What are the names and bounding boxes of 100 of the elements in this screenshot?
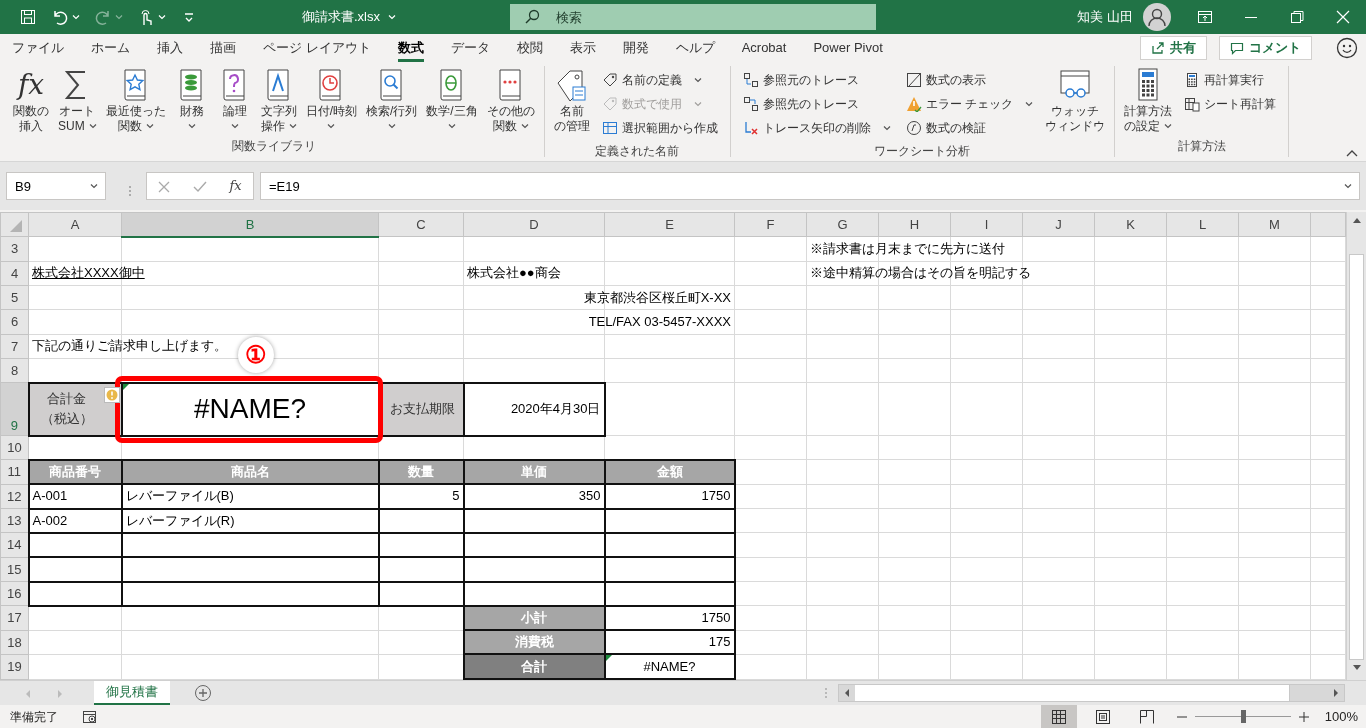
row-header[interactable]: 18 [0,630,29,655]
cell-text: 株式会社●●商会 [467,264,561,283]
ribbon-button[interactable]: 数学/三角 [422,66,482,134]
row-header[interactable]: 8 [0,358,29,383]
sheet-tab[interactable]: 御見積書 [94,681,170,705]
row-header[interactable]: 7 [0,334,29,359]
row-header[interactable]: 5 [0,285,29,310]
ribbon-button[interactable]: 日付/時刻 [301,66,361,134]
add-sheet-button[interactable] [194,684,212,702]
column-header[interactable]: F [734,212,807,237]
row-header[interactable]: 15 [0,557,29,582]
ribbon-button[interactable]: シート再計算 [1181,92,1280,116]
search-field[interactable]: 検索 [510,4,876,30]
macro-record-icon[interactable] [82,709,98,724]
ribbon-tab[interactable]: 校閲 [516,33,543,63]
ribbon-tab[interactable]: Power Pivot [813,33,883,63]
column-header[interactable]: M [1238,212,1311,237]
triangle-left-icon [843,688,851,698]
caret-icon [88,124,97,129]
scrollbar-thumb[interactable] [855,685,1290,701]
row-header[interactable]: 16 [0,581,29,606]
column-header[interactable]: K [1094,212,1167,237]
column-header[interactable]: I [950,212,1023,237]
column-header[interactable]: J [1022,212,1095,237]
zoom-in-button[interactable] [1298,711,1309,722]
ribbon-tab[interactable]: 開発 [622,33,649,63]
ribbon-button[interactable]: 計算方法 の設定 [1120,66,1177,134]
row-header[interactable]: 17 [0,605,29,631]
horizontal-scrollbar[interactable] [838,684,1345,702]
row-header[interactable]: 10 [0,435,29,460]
ribbon-button[interactable]: エラー チェック [902,92,1037,116]
column-header[interactable]: H [878,212,951,237]
ribbon-button[interactable]: 数式の表示 [902,68,1037,92]
scrollbar-thumb[interactable] [1349,254,1364,660]
column-header[interactable]: G [806,212,879,237]
row-header[interactable]: 13 [0,508,29,533]
ribbon-tab[interactable]: ホーム [91,33,130,63]
ribbon-button[interactable]: fx 関数の 挿入 [9,66,53,134]
ribbon-tab[interactable]: ページ レイアウト [263,33,371,63]
ribbon-button[interactable]: 文字列 操作 [256,66,301,134]
slider-thumb[interactable] [1240,710,1246,723]
share-icon [1151,41,1165,55]
row-header[interactable]: 6 [0,309,29,335]
column-header[interactable]: D [463,212,605,237]
row-header[interactable]: 4 [0,261,29,286]
caret-icon [882,125,891,131]
row-header[interactable]: 12 [0,484,29,509]
smiley-icon[interactable] [1336,37,1358,59]
ribbon-tab[interactable]: ファイル [12,33,64,63]
column-header[interactable]: B [121,212,379,237]
avatar-icon[interactable] [1143,3,1171,31]
row-header[interactable]: 11 [0,459,29,485]
ribbon-button[interactable]: 名前 の管理 [549,66,594,134]
step-marker: ① [237,336,274,373]
ribbon-button[interactable]: オート SUM [54,66,101,134]
column-header[interactable]: C [378,212,464,237]
normal-view-button[interactable] [1040,705,1077,728]
ribbon-button[interactable]: トレース矢印の削除 [739,116,894,140]
warning-icon [905,96,922,112]
ribbon-tab[interactable]: 描画 [210,33,236,63]
ribbon-button[interactable]: 数式の検証 [902,116,1037,140]
name-box[interactable]: B9 [6,172,106,200]
insert-function-button[interactable]: fx [229,176,242,196]
ribbon-tab[interactable]: 挿入 [157,33,183,63]
minimize-icon [1245,16,1257,18]
row-header[interactable]: 3 [0,236,29,262]
column-header[interactable]: E [604,212,735,237]
comment-button[interactable]: コメント [1219,36,1312,60]
column-header[interactable]: L [1166,212,1239,237]
vertical-scrollbar[interactable] [1346,212,1366,680]
ribbon-button[interactable]: 参照先のトレース [739,92,894,116]
ribbon-button[interactable]: 参照元のトレース [739,68,894,92]
share-button[interactable]: 共有 [1140,36,1207,60]
column-header[interactable]: A [28,212,122,237]
ribbon-button[interactable]: 選択範囲から作成 [598,116,721,140]
ribbon-button[interactable]: 再計算実行 [1181,68,1280,92]
row-header[interactable]: 19 [0,654,29,679]
ribbon-button[interactable]: 財務 [170,66,213,134]
ribbon-tab[interactable]: Acrobat [741,33,787,63]
ribbon-tab[interactable]: 表示 [569,33,596,63]
ribbon-button[interactable]: 検索/行列 [362,66,422,134]
formula-field[interactable]: =E19 [260,172,1360,200]
ribbon-button[interactable]: 名前の定義 [598,68,721,92]
caret-icon [145,124,154,129]
ribbon-button[interactable]: ウォッチ ウィンドウ [1041,66,1110,134]
caret-icon [327,124,336,129]
row-header[interactable]: 9 [0,382,29,436]
error-value: #NAME? [193,399,306,420]
ribbon-tab[interactable]: ヘルプ [675,33,715,63]
close-icon [1335,9,1351,25]
zoom-level: 100% [1324,707,1358,726]
ribbon-tab[interactable]: データ [450,33,490,63]
ribbon-button[interactable]: 論理 [213,66,256,134]
row-header[interactable]: 14 [0,532,29,558]
ribbon-button[interactable]: その他の 関数 [482,66,539,134]
ribbon-tab[interactable]: 数式 [397,33,424,63]
collapse-ribbon-icon[interactable] [1346,149,1358,157]
ribbon-button[interactable]: 最近使った 関数 [101,66,170,134]
group-label: ワークシート分析 [873,143,972,160]
circle-icon [905,120,922,136]
